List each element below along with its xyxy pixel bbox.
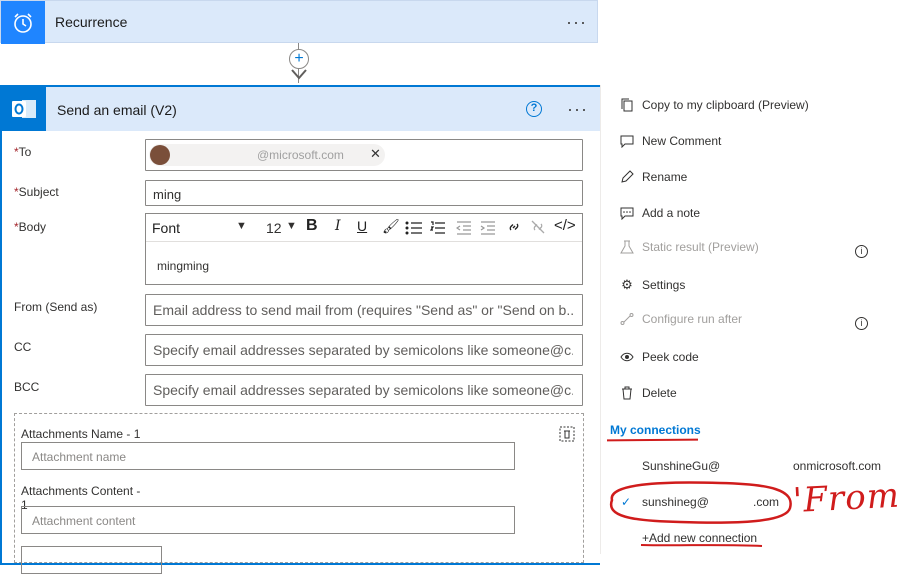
bcc-field[interactable]: Specify email addresses separated by sem…: [145, 374, 583, 406]
run-after-icon: [619, 311, 635, 327]
numbered-list-icon[interactable]: [430, 221, 446, 235]
to-label: *To: [14, 145, 32, 159]
attachment-content-label: Attachments Content -: [21, 484, 141, 498]
connection-item-1-domain[interactable]: onmicrosoft.com: [793, 459, 881, 473]
menu-item-settings[interactable]: ⚙ Settings: [619, 275, 685, 295]
attachment-name-input[interactable]: Attachment name: [21, 442, 515, 470]
attachment-name-placeholder: Attachment name: [32, 450, 127, 464]
remove-recipient-icon[interactable]: ✕: [370, 146, 381, 162]
highlight-pen-icon[interactable]: 🖌: [382, 218, 400, 235]
chevron-down-icon[interactable]: ▼: [286, 220, 297, 232]
info-icon[interactable]: i: [855, 317, 868, 330]
subject-label: *Subject: [14, 185, 59, 199]
bcc-placeholder: Specify email addresses separated by sem…: [153, 382, 573, 398]
add-step-button[interactable]: +: [289, 49, 309, 69]
my-connections-heading: My connections: [610, 423, 701, 437]
chevron-down-icon[interactable]: ▼: [236, 220, 247, 232]
unlink-icon[interactable]: [530, 219, 546, 235]
trash-icon: [619, 385, 635, 401]
gear-icon: ⚙: [621, 277, 633, 292]
body-value: mingming: [157, 259, 210, 273]
copy-icon: [619, 97, 635, 113]
rich-text-toolbar: Font ▼ 12 ▼ B I U 🖌 </>: [146, 214, 582, 242]
link-icon[interactable]: [506, 219, 522, 235]
italic-icon[interactable]: I: [335, 218, 341, 234]
from-label: From (Send as): [14, 300, 98, 314]
attachments-group: Attachments Name - 1 Attachment name Att…: [14, 413, 584, 574]
from-field[interactable]: Email address to send mail from (require…: [145, 294, 583, 326]
menu-item-delete[interactable]: Delete: [619, 383, 677, 403]
check-icon: ✓: [621, 495, 632, 509]
recipient-token[interactable]: @microsoft.com ✕: [149, 144, 385, 166]
font-select[interactable]: Font: [152, 220, 180, 236]
flask-icon: [619, 239, 635, 255]
recipient-token-text: @microsoft.com: [257, 148, 344, 162]
send-email-title: Send an email (V2): [57, 102, 177, 118]
bcc-label: BCC: [14, 380, 40, 394]
recurrence-card[interactable]: Recurrence ···: [0, 0, 598, 44]
connection-item-2-user[interactable]: sunshineg@: [642, 495, 709, 509]
connection-item-1-user[interactable]: SunshineGu@: [642, 459, 720, 473]
pencil-icon: [619, 169, 635, 185]
attachment-name-label: Attachments Name - 1: [21, 427, 141, 441]
add-connection-link[interactable]: +Add new connection: [642, 531, 757, 545]
outlook-icon: [2, 87, 46, 131]
increase-indent-icon[interactable]: [480, 221, 496, 235]
send-email-header[interactable]: Send an email (V2) ? ···: [2, 87, 600, 131]
help-icon[interactable]: ?: [526, 101, 542, 117]
cc-placeholder: Specify email addresses separated by sem…: [153, 342, 573, 358]
annotation-underline: [606, 438, 699, 442]
decrease-indent-icon[interactable]: [456, 221, 472, 235]
connection-item-2-domain[interactable]: .com: [753, 495, 779, 509]
menu-item-new-comment[interactable]: New Comment: [619, 131, 721, 151]
from-placeholder: Email address to send mail from (require…: [153, 302, 573, 318]
cc-field[interactable]: Specify email addresses separated by sem…: [145, 334, 583, 366]
cc-label: CC: [14, 340, 32, 354]
recurrence-title: Recurrence: [55, 14, 128, 30]
underline-icon[interactable]: U: [357, 218, 367, 234]
code-view-icon[interactable]: </>: [554, 217, 576, 234]
bold-icon[interactable]: B: [306, 217, 318, 235]
body-label: *Body: [14, 220, 47, 234]
menu-item-copy[interactable]: Copy to my clipboard (Preview): [619, 95, 809, 115]
menu-item-peek-code[interactable]: Peek code: [619, 347, 699, 367]
recurrence-more-button[interactable]: ···: [566, 13, 587, 31]
attachment-extra-input[interactable]: [21, 546, 162, 574]
menu-item-configure-run-after[interactable]: Configure run after: [619, 309, 742, 329]
menu-item-add-note[interactable]: Add a note: [619, 203, 700, 223]
arrow-down-icon: [291, 69, 307, 80]
eye-icon: [619, 349, 635, 365]
note-icon: [619, 205, 635, 221]
avatar: [150, 145, 170, 165]
attachment-content-input[interactable]: Attachment content: [21, 506, 515, 534]
body-editor[interactable]: Font ▼ 12 ▼ B I U 🖌 </> mingming: [145, 213, 583, 285]
subject-value: ming: [153, 187, 182, 202]
info-icon[interactable]: i: [855, 245, 868, 258]
annotation-from-text: 'From': [792, 474, 900, 522]
alarm-clock-icon: [1, 1, 45, 44]
to-field[interactable]: @microsoft.com ✕: [145, 139, 583, 171]
subject-field[interactable]: ming: [145, 180, 583, 206]
bullet-list-icon[interactable]: [405, 221, 423, 235]
menu-item-static-result[interactable]: Static result (Preview): [619, 237, 759, 257]
font-size-select[interactable]: 12: [266, 220, 282, 236]
attachment-content-placeholder: Attachment content: [32, 514, 136, 528]
send-email-more-button[interactable]: ···: [567, 100, 588, 118]
menu-item-rename[interactable]: Rename: [619, 167, 687, 187]
delete-item-icon[interactable]: [559, 426, 575, 442]
comment-icon: [619, 133, 635, 149]
